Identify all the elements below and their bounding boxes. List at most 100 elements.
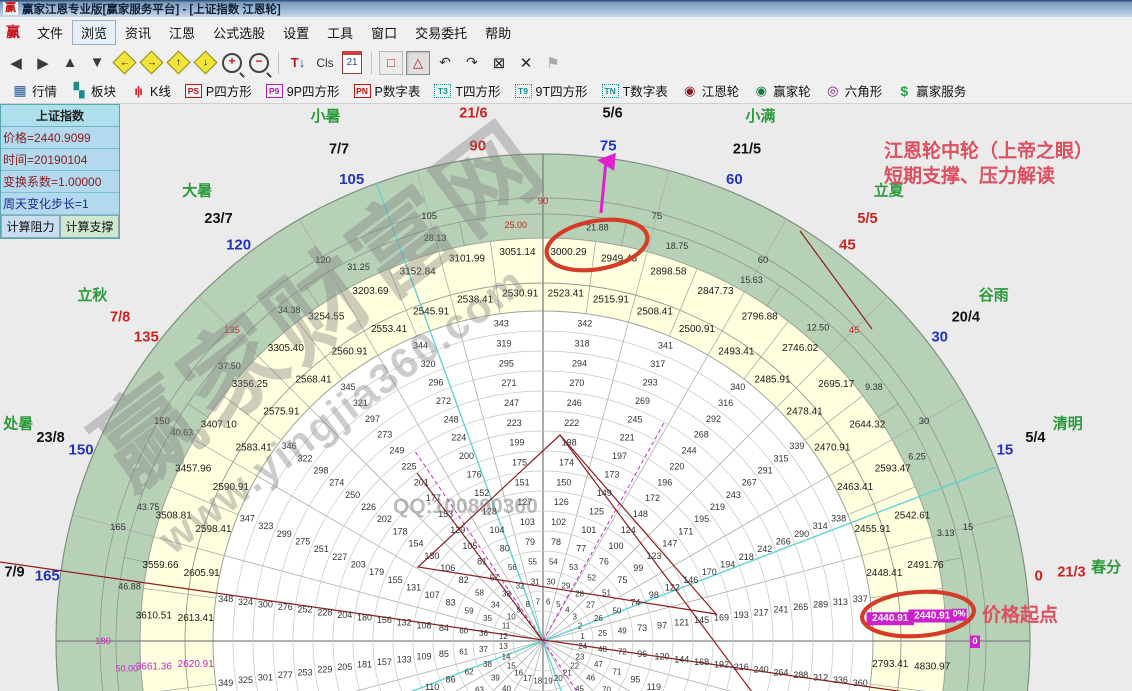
svg-text:269: 269 xyxy=(635,396,650,406)
svg-text:2493.41: 2493.41 xyxy=(718,347,755,358)
menu-browse[interactable]: 浏览 xyxy=(72,19,117,45)
svg-text:271: 271 xyxy=(502,378,517,388)
svg-text:15: 15 xyxy=(963,522,974,533)
svg-text:28.13: 28.13 xyxy=(424,233,447,243)
svg-text:178: 178 xyxy=(393,526,408,536)
svg-text:2575.91: 2575.91 xyxy=(263,407,300,418)
tab-winner-service[interactable]: $ 赢家服务 xyxy=(890,79,972,102)
calendar-icon[interactable]: 21 xyxy=(340,51,364,75)
index-name: 上证指数 xyxy=(1,105,119,127)
svg-text:147: 147 xyxy=(662,539,677,549)
svg-text:340: 340 xyxy=(730,382,745,392)
svg-text:5/6: 5/6 xyxy=(602,106,622,122)
forward-icon[interactable]: ▶ xyxy=(31,51,55,75)
svg-text:75: 75 xyxy=(600,137,617,154)
menu-window[interactable]: 窗口 xyxy=(362,20,406,45)
svg-text:29: 29 xyxy=(562,582,571,591)
svg-text:7/9: 7/9 xyxy=(4,564,24,580)
tab-t-table[interactable]: TN T数字表 xyxy=(596,79,674,102)
tab-sectors[interactable]: ▚ 板块 xyxy=(65,79,122,102)
down-triangle-icon[interactable]: ▼ xyxy=(85,51,109,75)
svg-text:120: 120 xyxy=(654,652,669,662)
svg-text:处暑: 处暑 xyxy=(2,415,33,433)
svg-text:105: 105 xyxy=(421,211,437,222)
menu-settings[interactable]: 设置 xyxy=(274,20,318,45)
svg-text:266: 266 xyxy=(776,537,791,547)
menu-help[interactable]: 帮助 xyxy=(476,20,520,45)
svg-text:45: 45 xyxy=(839,236,856,253)
svg-text:174: 174 xyxy=(559,458,574,468)
tab-p-square[interactable]: PS P四方形 xyxy=(179,79,258,102)
tab-winner-wheel[interactable]: ◉ 赢家轮 xyxy=(747,79,817,102)
calc-resistance-button[interactable]: 计算阻力 xyxy=(1,215,60,238)
svg-text:56: 56 xyxy=(508,563,517,572)
converge-arrows-icon[interactable]: ✕ xyxy=(514,51,538,75)
zoom-in-icon[interactable]: + xyxy=(220,51,244,75)
menu-gann[interactable]: 江恩 xyxy=(160,20,204,45)
svg-text:2847.73: 2847.73 xyxy=(697,286,734,297)
annotation-price-start: 价格起点 xyxy=(982,605,1059,626)
svg-text:102: 102 xyxy=(551,517,566,527)
diamond-left-icon[interactable]: ← xyxy=(111,50,137,75)
svg-text:46.88: 46.88 xyxy=(118,582,141,592)
tab-9p-square[interactable]: P9 9P四方形 xyxy=(260,79,346,102)
svg-text:146: 146 xyxy=(683,575,698,585)
svg-text:78: 78 xyxy=(551,537,561,547)
svg-text:216: 216 xyxy=(734,662,749,672)
tab-t-square[interactable]: T3 T四方形 xyxy=(428,79,506,102)
square-tool-icon[interactable]: □ xyxy=(379,50,403,75)
up-triangle-icon[interactable]: ▲ xyxy=(58,51,82,75)
menu-news[interactable]: 资讯 xyxy=(116,20,160,45)
zoom-out-icon[interactable]: − xyxy=(247,51,271,75)
dollar-icon: $ xyxy=(900,82,909,99)
tab-kline[interactable]: ı|ı K线 xyxy=(124,79,177,102)
svg-text:58: 58 xyxy=(475,588,484,597)
diamond-down-icon[interactable]: ↓ xyxy=(192,50,218,75)
svg-text:105: 105 xyxy=(339,171,364,188)
menu-tools[interactable]: 工具 xyxy=(318,20,362,45)
menu-file[interactable]: 文件 xyxy=(28,20,72,45)
boxed-x-icon[interactable]: ⊠ xyxy=(487,51,511,75)
svg-text:2568.41: 2568.41 xyxy=(295,374,332,385)
svg-text:8: 8 xyxy=(525,600,530,609)
svg-text:75: 75 xyxy=(652,211,663,222)
rotate-ccw-icon[interactable]: ↶ xyxy=(433,51,457,75)
tab-gann-wheel[interactable]: ◉ 江恩轮 xyxy=(676,79,746,102)
diamond-right-icon[interactable]: → xyxy=(138,50,164,75)
svg-text:55: 55 xyxy=(528,558,537,567)
diamond-up-icon[interactable]: ↑ xyxy=(165,50,191,75)
calc-support-button[interactable]: 计算支撑 xyxy=(60,215,119,238)
svg-text:106: 106 xyxy=(440,563,455,573)
tab-hexagon[interactable]: ◎ 六角形 xyxy=(819,79,889,102)
svg-text:105: 105 xyxy=(462,541,477,551)
svg-text:99: 99 xyxy=(633,563,643,573)
rotate-cw-icon[interactable]: ↷ xyxy=(460,51,484,75)
price-axis-icon[interactable]: T ↓ xyxy=(286,51,310,75)
tab-quotes[interactable]: ▦ 行情 xyxy=(6,79,63,102)
svg-text:2593.47: 2593.47 xyxy=(875,464,912,475)
svg-text:156: 156 xyxy=(377,615,392,625)
svg-text:338: 338 xyxy=(831,514,846,524)
svg-text:274: 274 xyxy=(329,478,344,488)
grid-icon: ▦ xyxy=(13,82,27,98)
svg-text:148: 148 xyxy=(633,509,648,519)
svg-text:119: 119 xyxy=(647,682,661,691)
tab-p-table[interactable]: PN P数字表 xyxy=(348,79,427,102)
svg-text:337: 337 xyxy=(853,594,868,604)
svg-text:181: 181 xyxy=(357,659,372,669)
tab-9t-square[interactable]: T9 9T四方形 xyxy=(509,79,594,102)
svg-text:175: 175 xyxy=(512,458,527,468)
triangle-tool-icon[interactable]: △ xyxy=(406,50,430,75)
svg-text:9.38: 9.38 xyxy=(865,382,883,392)
svg-text:84: 84 xyxy=(439,623,449,633)
svg-text:83: 83 xyxy=(446,598,456,608)
back-icon[interactable]: ◀ xyxy=(4,51,28,75)
svg-text:201: 201 xyxy=(414,477,429,487)
toolbar-main: ◀ ▶ ▲ ▼ ← → ↑ ↓ + − T ↓ Cls 21 □ △ ↶ ↷ ⊠ … xyxy=(0,47,1132,79)
menu-formula-stockpick[interactable]: 公式选股 xyxy=(204,20,274,45)
svg-text:53: 53 xyxy=(569,563,578,572)
menu-trade[interactable]: 交易委托 xyxy=(406,20,476,45)
cls-button[interactable]: Cls xyxy=(313,51,337,75)
svg-text:3000.29: 3000.29 xyxy=(550,247,587,258)
eraser-flag-icon[interactable]: ⚑ xyxy=(541,51,565,75)
